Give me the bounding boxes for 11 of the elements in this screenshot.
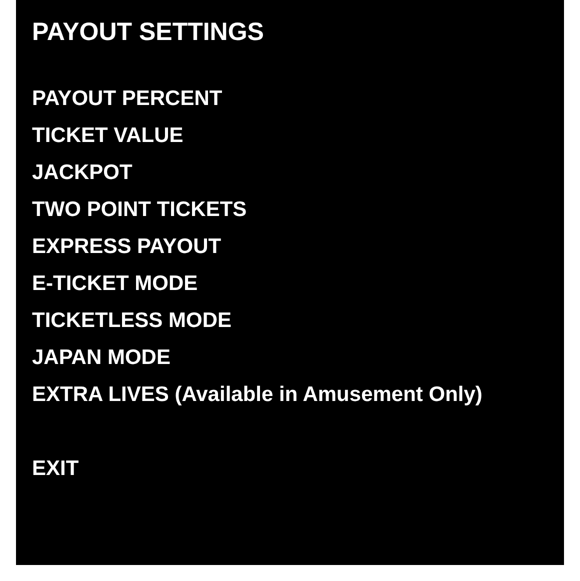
menu-item[interactable]: TWO POINT TICKETS xyxy=(32,191,548,228)
menu-item[interactable]: TICKET VALUE xyxy=(32,117,548,154)
menu-item[interactable]: TICKETLESS MODE xyxy=(32,302,548,339)
menu-item[interactable]: JACKPOT xyxy=(32,154,548,191)
menu-item[interactable]: EXTRA LIVES (Available in Amusement Only) xyxy=(32,376,548,413)
exit-menu-item[interactable]: EXIT xyxy=(32,450,548,487)
screen-title: PAYOUT SETTINGS xyxy=(32,17,265,48)
menu-item[interactable]: E-TICKET MODE xyxy=(32,265,548,302)
menu-item[interactable]: JAPAN MODE xyxy=(32,339,548,376)
menu-item[interactable]: EXPRESS PAYOUT xyxy=(32,228,548,265)
menu-item[interactable]: PAYOUT PERCENT xyxy=(32,80,548,117)
